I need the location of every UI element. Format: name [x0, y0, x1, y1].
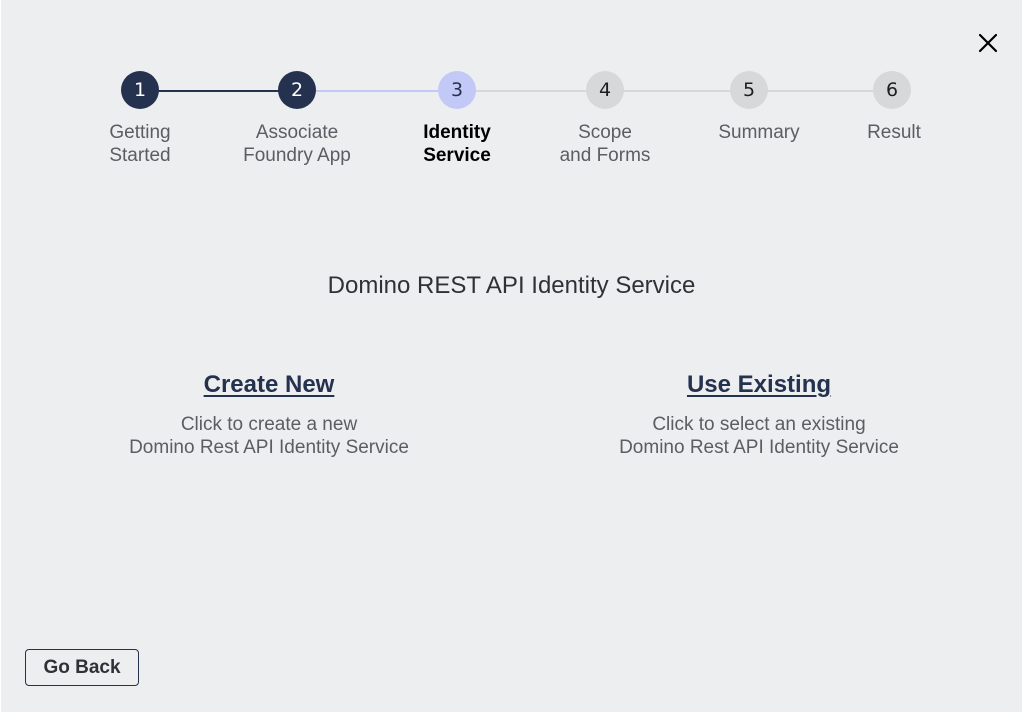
- identity-service-wizard-dialog: 1 Getting Started 2 Associate Foundry Ap…: [1, 0, 1022, 712]
- step-label-line: and Forms: [559, 145, 651, 166]
- use-existing-link[interactable]: Use Existing: [687, 371, 831, 398]
- step-label: Scope and Forms: [525, 121, 685, 167]
- description-line: Domino Rest API Identity Service: [129, 437, 409, 458]
- step-label-line: Getting: [109, 122, 171, 143]
- use-existing-description: Click to select an existing Domino Rest …: [549, 413, 969, 459]
- step-getting-started[interactable]: 1 Getting Started: [60, 71, 220, 167]
- step-label-line: Scope: [578, 122, 632, 143]
- step-label: Result: [814, 121, 974, 144]
- step-label: Identity Service: [377, 121, 537, 167]
- step-label: Getting Started: [60, 121, 220, 167]
- step-associate-foundry-app[interactable]: 2 Associate Foundry App: [217, 71, 377, 167]
- step-label: Associate Foundry App: [217, 121, 377, 167]
- step-label-line: Associate: [255, 122, 339, 143]
- step-label-line: Identity: [423, 122, 491, 143]
- step-number: 6: [873, 71, 911, 109]
- wizard-stepper: 1 Getting Started 2 Associate Foundry Ap…: [1, 0, 1022, 180]
- description-line: Domino Rest API Identity Service: [619, 437, 899, 458]
- step-number: 2: [278, 71, 316, 109]
- step-number: 4: [586, 71, 624, 109]
- step-scope-and-forms[interactable]: 4 Scope and Forms: [525, 71, 685, 167]
- step-identity-service[interactable]: 3 Identity Service: [377, 71, 537, 167]
- step-label-line: Service: [423, 145, 491, 166]
- create-new-option: Create New Click to create a new Domino …: [59, 371, 479, 459]
- page-title: Domino REST API Identity Service: [327, 272, 696, 299]
- step-label-line: Started: [109, 145, 171, 166]
- use-existing-option: Use Existing Click to select an existing…: [549, 371, 969, 459]
- step-number: 5: [730, 71, 768, 109]
- create-new-link[interactable]: Create New: [204, 371, 335, 398]
- description-line: Click to select an existing: [652, 414, 866, 435]
- step-result[interactable]: 6 Result: [814, 71, 974, 144]
- go-back-button[interactable]: Go Back: [25, 649, 139, 686]
- step-number: 3: [438, 71, 476, 109]
- step-number: 1: [121, 71, 159, 109]
- step-label-line: Result: [867, 122, 921, 143]
- step-label-line: Foundry App: [243, 145, 351, 166]
- description-line: Click to create a new: [180, 414, 358, 435]
- create-new-description: Click to create a new Domino Rest API Id…: [59, 413, 479, 459]
